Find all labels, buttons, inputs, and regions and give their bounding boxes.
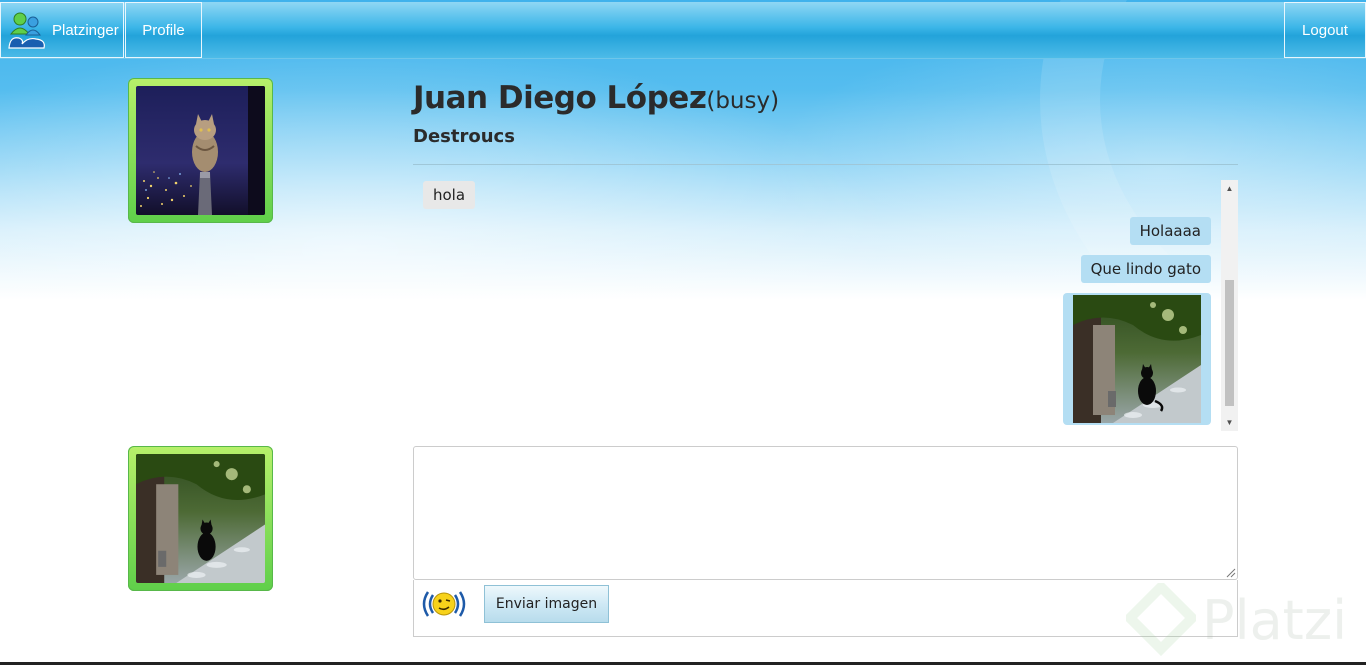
black-cat-street-photo [1073,295,1201,423]
scroll-thumb[interactable] [1225,280,1234,406]
message-outgoing-image[interactable] [1063,293,1211,425]
nav-profile-link[interactable]: Profile [125,2,202,58]
message-input[interactable] [413,446,1238,580]
friend-name: Juan Diego López(busy) [413,80,779,116]
friend-status: (busy) [706,88,780,114]
friend-name-text: Juan Diego López [413,80,707,116]
send-image-button[interactable]: Enviar imagen [484,585,609,623]
message-outgoing: Que lindo gato [1080,255,1211,283]
scroll-up-icon[interactable]: ▲ [1221,180,1238,197]
scroll-down-icon[interactable]: ▼ [1221,414,1238,431]
black-cat-street-photo [136,454,265,583]
friend-avatar [128,78,273,223]
messenger-logo-icon [8,12,45,49]
brand-label: Platzinger [52,21,119,39]
message-outgoing: Holaaaa [1129,217,1211,245]
message-incoming: hola [423,181,476,209]
friend-nick: Destroucs [413,126,515,147]
conversation-scrollbar[interactable]: ▲ ▼ [1221,180,1238,431]
user-avatar [128,446,273,591]
brand-link[interactable]: Platzinger [0,2,124,58]
header-divider [413,164,1238,165]
logout-button[interactable]: Logout [1284,2,1366,58]
buzz-smiley-icon[interactable] [420,587,468,621]
nav-profile-label: Profile [142,21,185,39]
conversation-panel[interactable]: hola Holaaaa Que lindo gato ▲ ▼ [413,180,1238,431]
cat-city-night-photo [136,86,265,215]
navbar: Platzinger Profile Logout [0,2,1366,59]
logout-label: Logout [1302,21,1348,39]
resize-grip-icon[interactable] [1226,568,1236,578]
